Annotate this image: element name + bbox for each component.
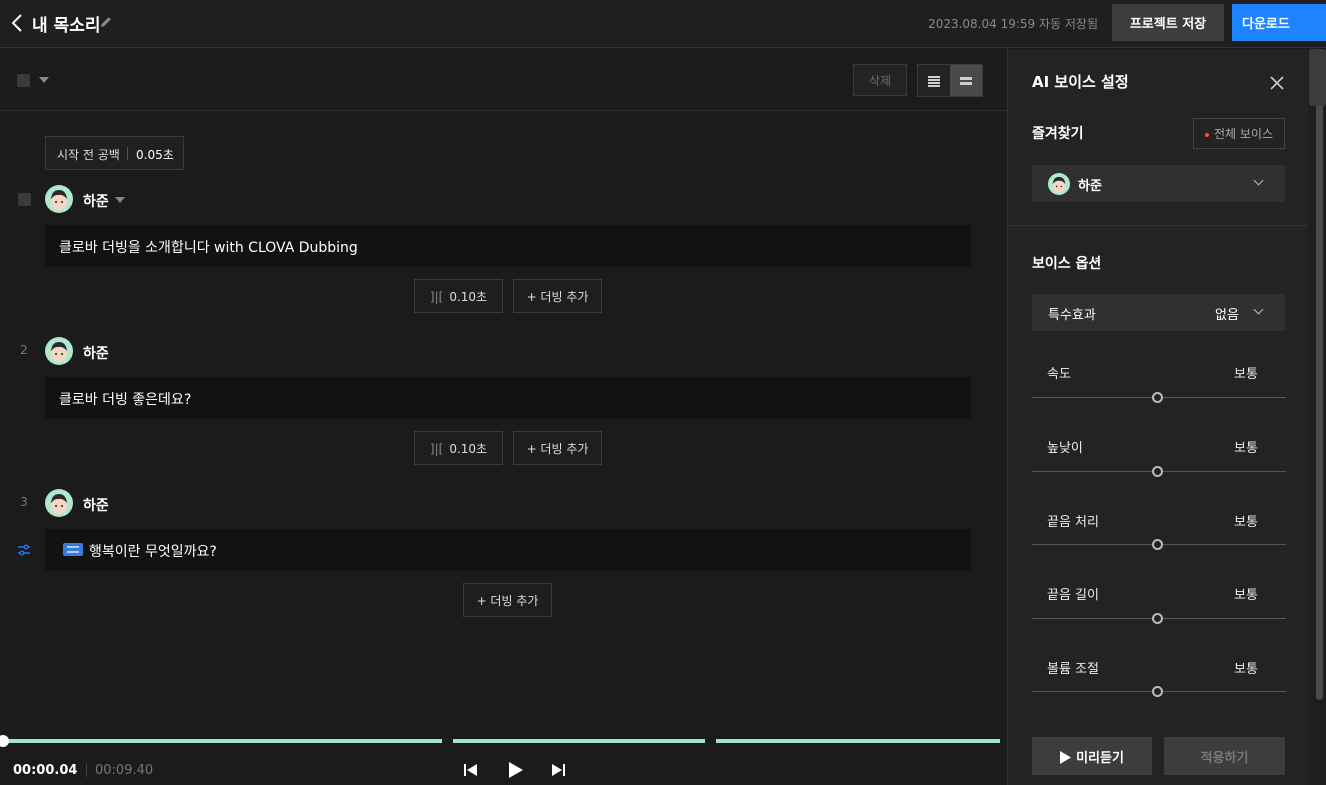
start-pad-value: 0.05초 <box>136 148 174 162</box>
row-number: 2 <box>20 343 28 357</box>
pause-chip[interactable]: ]|[ 0.10초 <box>414 431 503 465</box>
download-button[interactable]: 다운로드 <box>1232 4 1326 41</box>
chevron-down-icon[interactable] <box>115 197 125 203</box>
preview-label: 미리듣기 <box>1076 750 1124 766</box>
voice-select[interactable]: 하준 <box>1032 165 1285 202</box>
slider-thumb[interactable] <box>1152 686 1163 697</box>
skip-previous-icon[interactable] <box>460 760 482 780</box>
sentence-text[interactable]: 클로바 더빙을 소개합니다 with CLOVA Dubbing <box>45 225 971 267</box>
pause-chip[interactable]: ]|[ 0.10초 <box>414 279 503 313</box>
favorites-heading: 즐겨찾기 <box>1032 126 1084 142</box>
play-icon[interactable] <box>504 760 526 780</box>
play-icon <box>1060 750 1072 764</box>
ai-voice-settings-panel: AI 보이스 설정 즐겨찾기 전체 보이스 하준 보이스 옵션 특수효과 없음 … <box>1007 49 1326 785</box>
apply-button[interactable]: 적용하기 <box>1164 737 1285 775</box>
close-icon[interactable] <box>1268 74 1286 92</box>
avatar-face-icon <box>51 342 67 362</box>
pause-gap-icon: ]|[ <box>429 289 444 304</box>
panel-title: AI 보이스 설정 <box>1032 73 1129 91</box>
option-volume-value: 보통 <box>1234 662 1258 677</box>
option-ending-label: 끝음 처리 <box>1047 515 1099 530</box>
edit-pencil-icon[interactable] <box>99 15 113 29</box>
effect-select[interactable]: 특수효과 없음 <box>1032 294 1285 331</box>
effect-label: 특수효과 <box>1048 308 1096 323</box>
card-view-icon[interactable] <box>950 65 982 96</box>
pause-gap-icon: ]|[ <box>429 441 444 456</box>
speed-slider[interactable] <box>1032 392 1286 403</box>
avatar-face-icon <box>51 494 67 514</box>
ending-length-slider[interactable] <box>1032 613 1286 624</box>
select-all-checkbox[interactable] <box>17 74 30 87</box>
save-project-button[interactable]: 프로젝트 저장 <box>1112 4 1224 41</box>
avatar <box>45 185 73 213</box>
row-number: 3 <box>20 495 28 509</box>
option-ending-length-label: 끝음 길이 <box>1047 588 1099 603</box>
pause-value: 0.10초 <box>449 289 488 304</box>
slider-thumb[interactable] <box>1152 392 1163 403</box>
option-ending-length-value: 보통 <box>1234 588 1258 603</box>
avatar <box>1048 173 1070 195</box>
panel-scrollbar-thumb[interactable] <box>1316 52 1323 700</box>
view-toggle <box>917 64 983 97</box>
preview-button[interactable]: 미리듣기 <box>1032 737 1152 775</box>
speaker-name[interactable]: 하준 <box>83 191 109 211</box>
current-time: 00:00.04 <box>13 763 78 778</box>
slider-thumb[interactable] <box>1152 539 1163 550</box>
avatar-face-icon <box>1052 176 1066 193</box>
pause-value: 0.10초 <box>449 441 488 456</box>
row-checkbox[interactable] <box>18 193 31 206</box>
pitch-slider[interactable] <box>1032 466 1286 477</box>
start-pad-label: 시작 전 공백 <box>57 148 120 162</box>
volume-slider[interactable] <box>1032 686 1286 697</box>
sentence-text[interactable]: 클로바 더빙 좋은데요? <box>45 377 971 419</box>
script-editor: 삭제 시작 전 공백 0.05초 하준 클로바 더빙을 소개합니다 with C… <box>0 49 1007 785</box>
add-dubbing-button[interactable]: + 더빙 추가 <box>463 583 552 617</box>
list-view-icon[interactable] <box>918 65 950 96</box>
effect-value: 없음 <box>1215 308 1239 323</box>
top-bar: 내 목소리 2023.08.04 19:59 자동 저장됨 프로젝트 저장 다운… <box>0 0 1326 48</box>
autosave-status: 2023.08.04 19:59 자동 저장됨 <box>928 17 1098 31</box>
option-volume-label: 볼륨 조절 <box>1047 662 1099 677</box>
option-pitch-value: 보통 <box>1234 441 1258 456</box>
avatar-face-icon <box>51 190 67 210</box>
sentence-text-label: 행복이란 무엇일까요? <box>89 544 217 560</box>
project-title[interactable]: 내 목소리 <box>32 11 100 36</box>
voice-options-heading: 보이스 옵션 <box>1032 256 1102 272</box>
chevron-down-icon <box>1253 304 1264 315</box>
panel-scrollbar[interactable] <box>1308 49 1326 785</box>
add-dubbing-button[interactable]: + 더빙 추가 <box>513 431 602 465</box>
slider-thumb[interactable] <box>1152 466 1163 477</box>
timeline-segment[interactable] <box>716 739 1000 743</box>
ending-slider[interactable] <box>1032 539 1286 550</box>
chevron-down-icon <box>1253 175 1264 186</box>
all-voices-button[interactable]: 전체 보이스 <box>1193 118 1285 149</box>
slider-thumb[interactable] <box>1152 613 1163 624</box>
speaker-name[interactable]: 하준 <box>83 495 109 515</box>
option-speed-label: 속도 <box>1047 367 1071 382</box>
sentence-text[interactable]: 행복이란 무엇일까요? <box>45 529 971 571</box>
timeline-segment[interactable] <box>0 739 442 743</box>
total-time: 00:09.40 <box>95 763 154 778</box>
editor-toolbar: 삭제 <box>0 49 1007 111</box>
avatar <box>45 337 73 365</box>
timeline-segment[interactable] <box>453 739 705 743</box>
avatar <box>45 489 73 517</box>
delete-button[interactable]: 삭제 <box>853 64 907 96</box>
add-dubbing-button[interactable]: + 더빙 추가 <box>513 279 602 313</box>
selected-voice: 하준 <box>1078 179 1102 194</box>
voice-settings-icon[interactable] <box>17 544 31 556</box>
all-voices-label: 전체 보이스 <box>1213 127 1273 141</box>
skip-next-icon[interactable] <box>547 760 569 780</box>
speaker-name[interactable]: 하준 <box>83 343 109 363</box>
new-dot-icon <box>1204 132 1209 137</box>
back-arrow-icon[interactable] <box>10 12 26 34</box>
start-pad-chip[interactable]: 시작 전 공백 0.05초 <box>45 136 184 170</box>
page-scrollbar-thumb[interactable] <box>1309 49 1326 106</box>
option-pitch-label: 높낮이 <box>1047 441 1083 456</box>
playhead-handle[interactable] <box>0 735 9 747</box>
voice-effect-badge-icon <box>63 543 83 556</box>
chevron-down-icon[interactable] <box>39 77 49 83</box>
option-ending-value: 보통 <box>1234 515 1258 530</box>
option-speed-value: 보통 <box>1234 367 1258 382</box>
